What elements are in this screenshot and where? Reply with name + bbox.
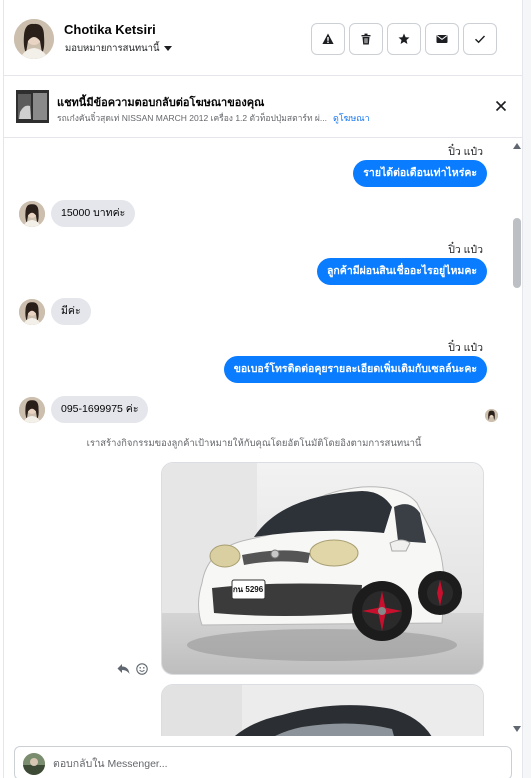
ad-description: รถเก๋งคันจิ๋วสุดเท่ NISSAN MARCH 2012 เค… (57, 113, 327, 123)
avatar (19, 298, 45, 325)
conversation-header: Chotika Ketsiri มอบหมายการสนทนานี้ (4, 0, 524, 76)
contact-name[interactable]: Chotika Ketsiri (64, 22, 156, 37)
incoming-message-row: 15000 บาทค่ะ (19, 200, 136, 227)
seen-indicator-avatar (485, 409, 498, 422)
message-sender: ปิ๋ว แป๋ว (448, 244, 483, 256)
conversation-panel: Chotika Ketsiri มอบหมายการสนทนานี้ แชทนี… (3, 0, 524, 778)
ad-subtitle: รถเก๋งคันจิ๋วสุดเท่ NISSAN MARCH 2012 เค… (57, 111, 370, 125)
scroll-down-icon[interactable] (513, 726, 521, 732)
check-icon (475, 35, 486, 44)
outgoing-message[interactable]: ขอเบอร์โทรติดต่อคุยรายละเอียดเพิ่มเติมกั… (223, 356, 487, 383)
star-button[interactable] (387, 23, 421, 55)
outgoing-message[interactable]: รายได้ต่อเดือนเท่าไหร่คะ (353, 160, 487, 187)
reply-composer (14, 746, 512, 778)
thread-scrollbar[interactable] (510, 139, 524, 736)
report-button[interactable] (311, 23, 345, 55)
trash-icon (361, 33, 371, 45)
message-actions (117, 663, 148, 675)
reply-icon[interactable] (117, 663, 130, 675)
avatar (23, 753, 45, 775)
license-plate-text: กน 5296 (233, 585, 264, 594)
chevron-down-icon (163, 46, 172, 51)
incoming-message[interactable]: 15000 บาทค่ะ (51, 200, 136, 227)
ad-thumbnail[interactable] (16, 90, 49, 123)
outgoing-message[interactable]: ลูกค้ามีผ่อนสินเชื่ออะไรอยู่ไหมคะ (317, 258, 487, 285)
attachment-photo[interactable]: กน 5296 (161, 462, 484, 675)
avatar[interactable] (14, 19, 54, 59)
star-icon (398, 33, 410, 44)
message-sender: ปิ๋ว แป๋ว (448, 342, 483, 354)
warning-icon (322, 33, 334, 44)
message-sender: ปิ๋ว แป๋ว (448, 146, 483, 158)
attachment-photo[interactable] (161, 684, 484, 736)
avatar (19, 200, 45, 227)
scrollbar-thumb[interactable] (513, 218, 521, 288)
assign-label: มอบหมายการสนทนานี้ (65, 43, 160, 54)
ad-reply-banner: แชทนี้มีข้อความตอบกลับต่อโฆษณาของคุณ รถเ… (4, 77, 524, 138)
mark-done-button[interactable] (463, 23, 497, 55)
close-icon[interactable] (494, 99, 508, 113)
avatar (19, 396, 45, 423)
page-scrollbar[interactable] (523, 0, 531, 778)
incoming-message-row: 095-1699975 ค่ะ (19, 396, 149, 423)
incoming-message[interactable]: 095-1699975 ค่ะ (51, 396, 149, 423)
envelope-icon (436, 35, 448, 43)
smiley-icon[interactable] (136, 663, 148, 675)
scroll-up-icon[interactable] (513, 143, 521, 149)
incoming-message-row: มีค่ะ (19, 298, 91, 325)
delete-button[interactable] (349, 23, 383, 55)
mark-unread-button[interactable] (425, 23, 459, 55)
assign-conversation-dropdown[interactable]: มอบหมายการสนทนานี้ (65, 41, 172, 56)
ad-title: แชทนี้มีข้อความตอบกลับต่อโฆษณาของคุณ (57, 97, 265, 109)
incoming-message[interactable]: มีค่ะ (51, 298, 91, 325)
message-thread[interactable]: ปิ๋ว แป๋ว รายได้ต่อเดือนเท่าไหร่คะ 15000… (4, 139, 510, 736)
reply-input[interactable] (53, 754, 493, 774)
system-note: เราสร้างกิจกรรมของลูกค้าเป้าหมายให้กับคุ… (86, 438, 422, 449)
view-ad-link[interactable]: ดูโฆษณา (333, 113, 370, 123)
